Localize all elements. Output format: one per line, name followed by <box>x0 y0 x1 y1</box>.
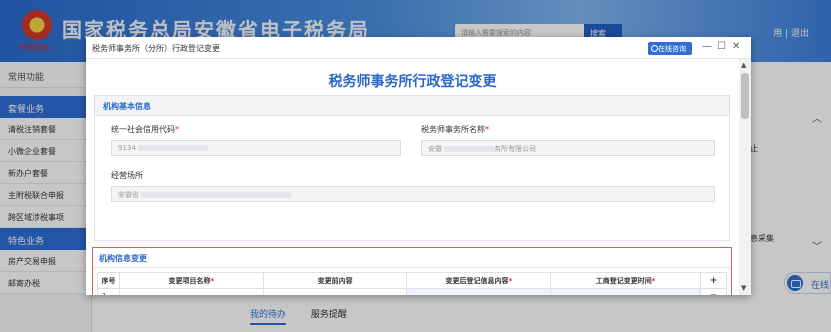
col-after: 变更后登记信息内容* <box>406 272 552 289</box>
row-index: 1 <box>97 288 120 295</box>
add-row-button[interactable]: + <box>699 272 728 289</box>
col-index: 序号 <box>97 272 120 289</box>
change-time-cell[interactable] <box>550 288 701 295</box>
section-basic-info: 机构基本信息 统一社会信用代码* 9134 税务师事务所名称* 安徽 务所有限公司… <box>94 95 730 241</box>
credit-code-label: 统一社会信用代码* <box>111 125 179 134</box>
close-icon[interactable]: ✕ <box>732 41 740 52</box>
credit-code-field[interactable]: 9134 <box>111 140 401 156</box>
form-title: 税务师事务所行政登记变更 <box>328 74 497 90</box>
scroll-up-icon[interactable]: ▲ <box>741 61 746 69</box>
remove-row-button[interactable]: − <box>699 288 728 295</box>
scroll-down-icon[interactable]: ▼ <box>741 284 746 292</box>
address-field[interactable]: 安徽省 <box>111 186 715 202</box>
dialog-body: 税务师事务所行政登记变更 机构基本信息 统一社会信用代码* 9134 税务师事务… <box>86 59 739 295</box>
change-registration-dialog: 税务师事务所（分所）行政登记变更 在线咨询 — ☐ ✕ 税务师事务所行政登记变更… <box>86 37 751 295</box>
section-info-change: 机构信息变更 序号 变更项目名称* 变更前内容 变更后登记信息内容* 工商登记变… <box>92 247 732 295</box>
scroll-thumb[interactable] <box>741 73 749 119</box>
online-consult-button[interactable]: 在线咨询 <box>648 42 692 55</box>
dialog-title: 税务师事务所（分所）行政登记变更 <box>92 44 220 53</box>
before-cell <box>262 288 408 295</box>
change-item-cell[interactable] <box>118 288 264 295</box>
change-table: 序号 变更项目名称* 变更前内容 变更后登记信息内容* 工商登记变更时间* + … <box>97 272 728 295</box>
address-label: 经营场所 <box>111 171 143 180</box>
section-header: 机构基本信息 <box>95 96 729 116</box>
firm-name-label: 税务师事务所名称* <box>421 125 489 134</box>
section-header: 机构信息变更 <box>93 248 731 268</box>
dialog-titlebar: 税务师事务所（分所）行政登记变更 在线咨询 — ☐ ✕ <box>86 37 751 59</box>
col-before: 变更前内容 <box>262 272 408 289</box>
col-change-item: 变更项目名称* <box>118 272 264 289</box>
table-row: 1 − <box>97 288 728 295</box>
table-header-row: 序号 变更项目名称* 变更前内容 变更后登记信息内容* 工商登记变更时间* + <box>97 272 728 289</box>
col-change-time: 工商登记变更时间* <box>550 272 701 289</box>
minimize-icon[interactable]: — <box>702 41 712 52</box>
firm-name-field[interactable]: 安徽 务所有限公司 <box>421 140 715 156</box>
dialog-scrollbar[interactable]: ▲ ▼ <box>739 59 751 295</box>
maximize-icon[interactable]: ☐ <box>717 41 726 52</box>
after-cell[interactable] <box>406 288 552 295</box>
